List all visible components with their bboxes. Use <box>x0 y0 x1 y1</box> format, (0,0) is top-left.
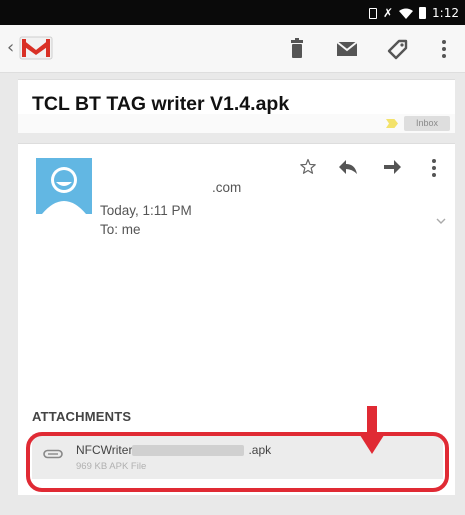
status-time: 1:12 <box>432 6 459 20</box>
gmail-logo[interactable] <box>19 35 53 61</box>
attachments-heading: ATTACHMENTS <box>32 409 132 424</box>
reply-icon[interactable] <box>338 159 358 175</box>
label-icon[interactable] <box>385 37 409 61</box>
battery-icon <box>419 7 427 19</box>
overflow-menu-icon[interactable] <box>432 37 456 61</box>
avatar[interactable] <box>36 158 92 214</box>
message-overflow-menu-icon[interactable] <box>425 158 443 178</box>
delete-icon[interactable] <box>285 37 309 61</box>
expand-details-chevron-icon[interactable] <box>436 217 446 225</box>
status-bar: ✗ 1:12 <box>0 0 465 25</box>
message-recipient[interactable]: To: me <box>100 222 141 237</box>
back-chevron-icon[interactable]: ‹ <box>7 37 14 58</box>
forward-icon[interactable] <box>382 159 402 175</box>
mark-unread-icon[interactable] <box>335 37 359 61</box>
avatar-person-icon <box>42 167 86 214</box>
action-bar: ‹ <box>0 25 465 73</box>
wifi-icon <box>399 8 414 19</box>
notification-icon <box>368 7 377 19</box>
star-icon[interactable] <box>299 158 317 176</box>
email-subject: TCL BT TAG writer V1.4.apk <box>32 93 290 115</box>
inbox-label-chip[interactable]: Inbox <box>404 116 450 131</box>
down-arrow-annotation-icon <box>358 406 386 454</box>
status-icons: ✗ 1:12 <box>368 5 459 21</box>
sender-address: .com <box>212 180 242 195</box>
message-date: Today, 1:11 PM <box>100 203 192 218</box>
mute-icon: ✗ <box>382 6 394 20</box>
